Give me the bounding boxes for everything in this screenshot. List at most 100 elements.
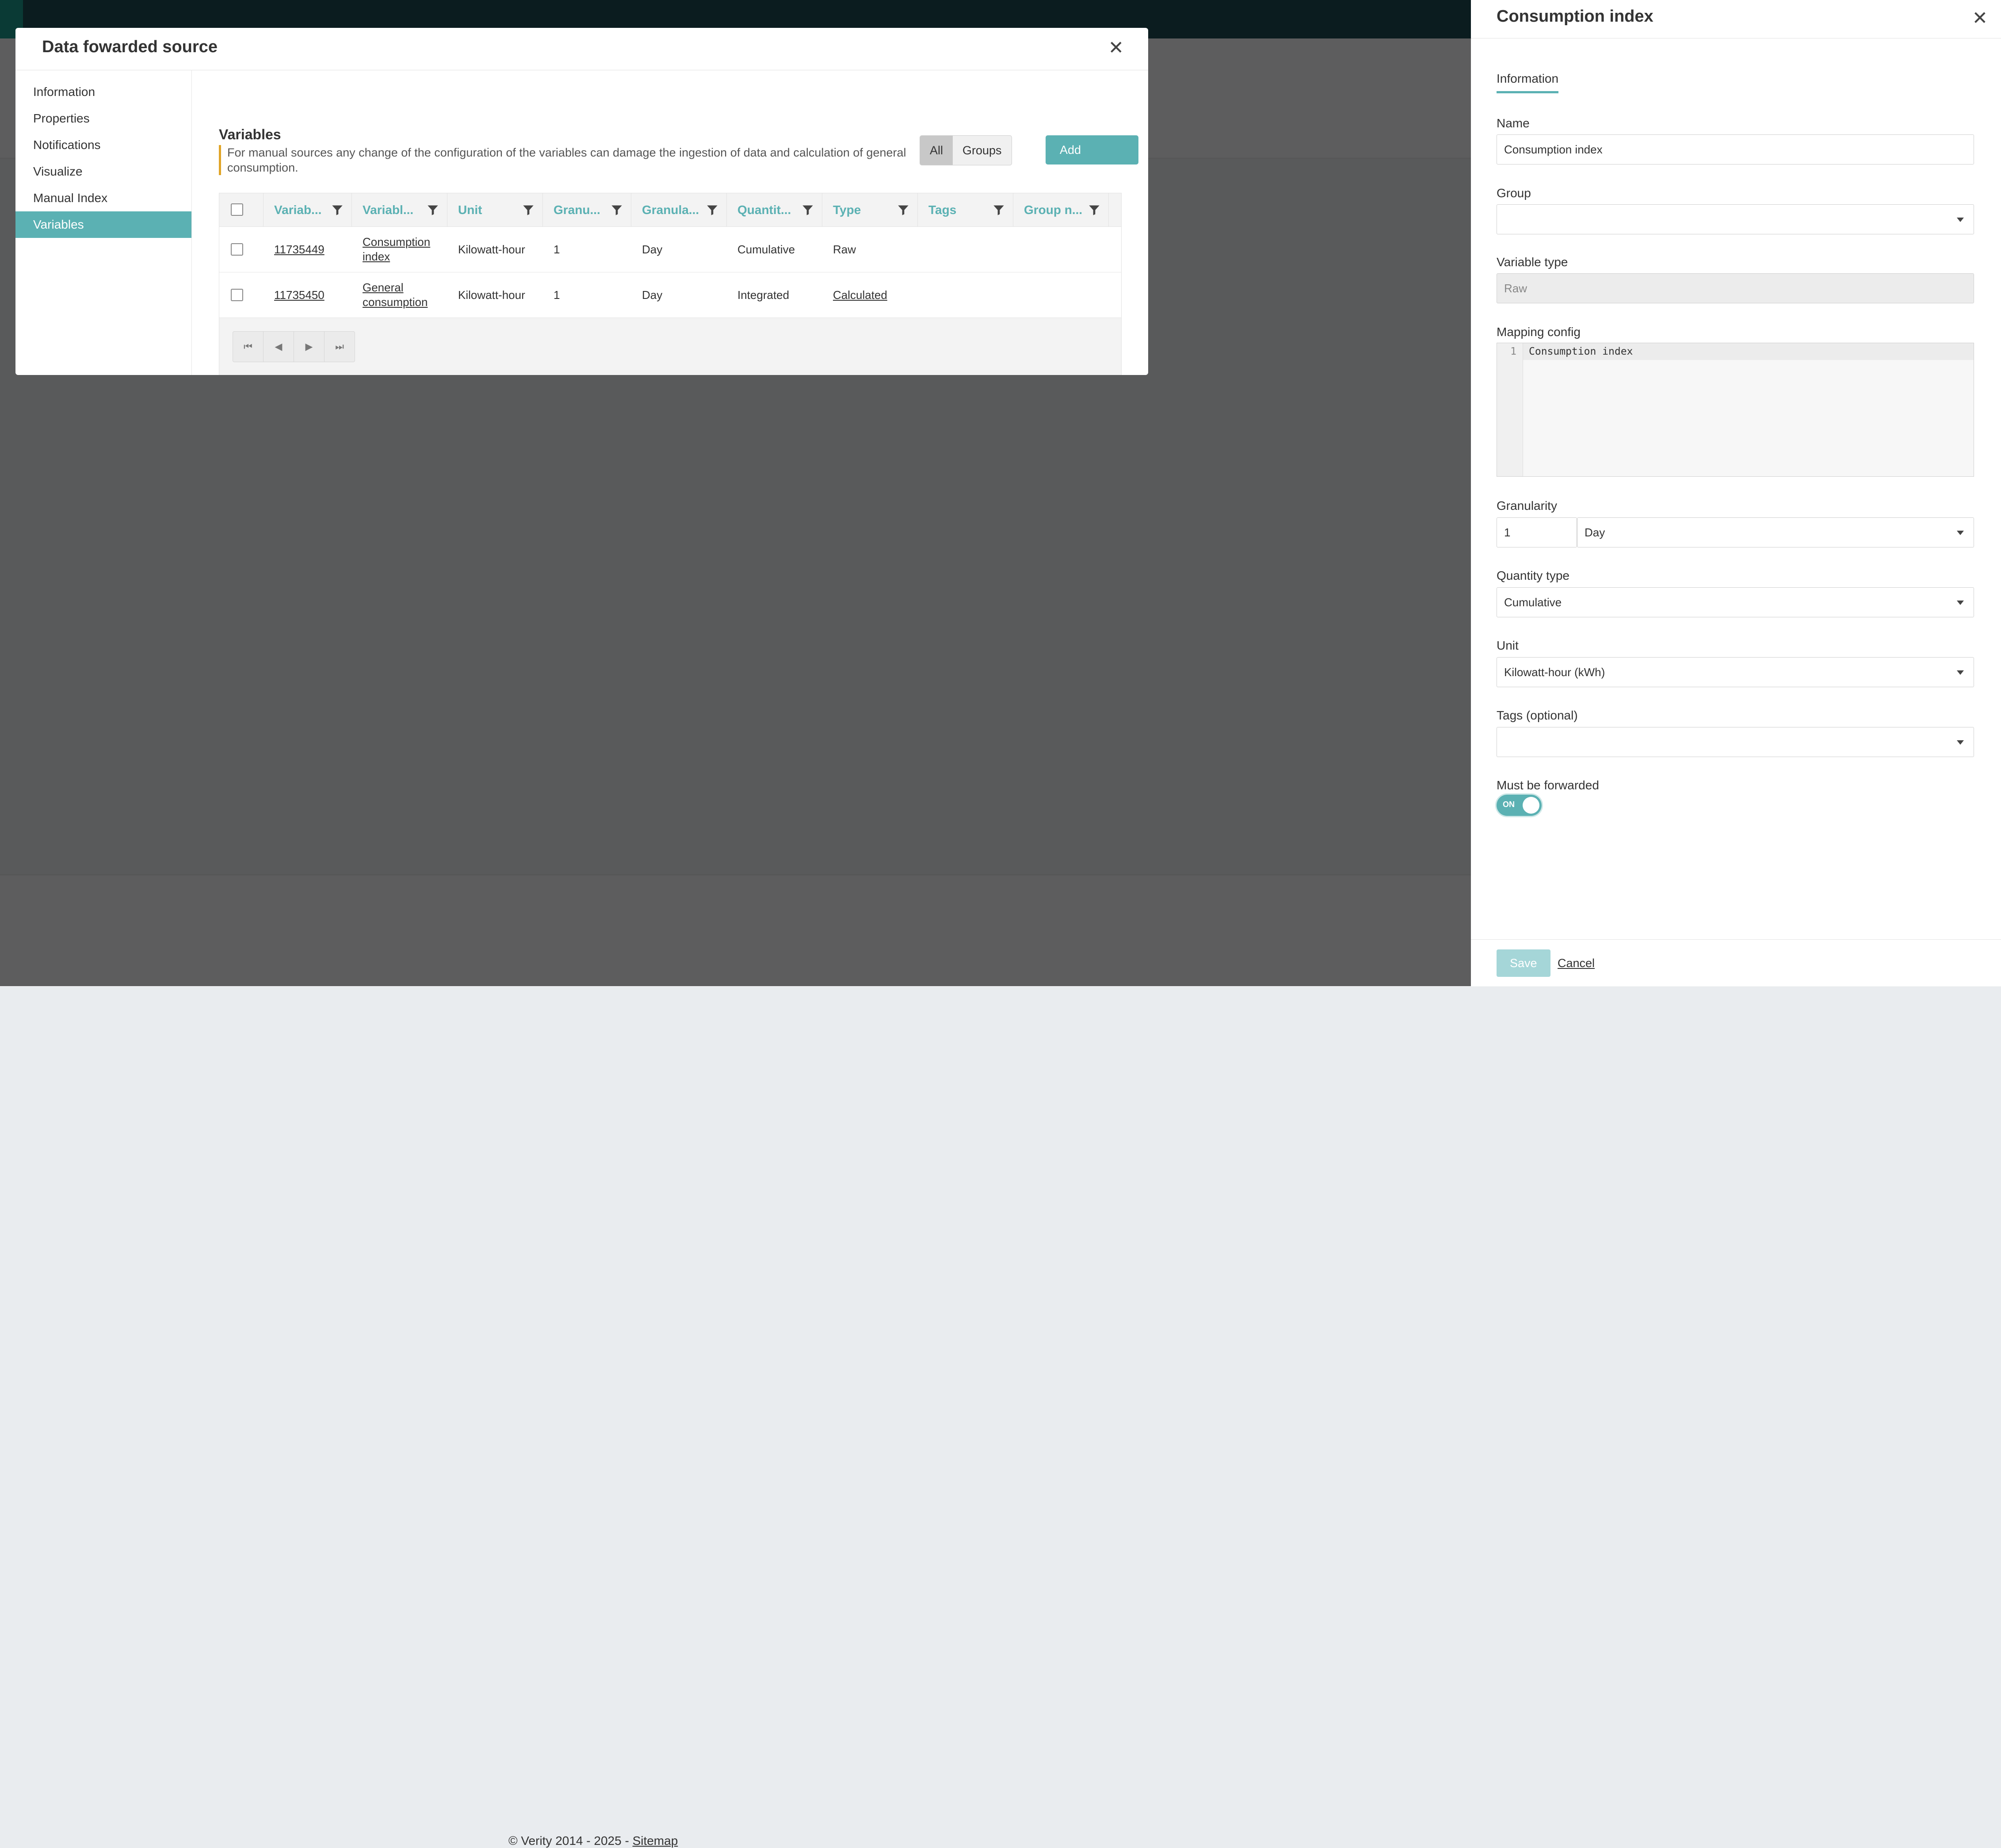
first-page-icon[interactable]: ⏮ bbox=[233, 332, 263, 362]
variable-name-link[interactable]: Consumption index bbox=[363, 235, 447, 264]
filter-icon[interactable] bbox=[802, 204, 814, 216]
granularity-label: Granularity bbox=[1497, 499, 1557, 513]
row-select-cell bbox=[219, 227, 263, 272]
cancel-button[interactable]: Cancel bbox=[1558, 957, 1595, 970]
panel-title: Consumption index bbox=[1497, 7, 1653, 26]
variable-id-link[interactable]: 11735450 bbox=[274, 288, 325, 302]
variable-detail-panel: Consumption index ✕ Information Name Con… bbox=[1471, 0, 2001, 986]
close-icon[interactable]: ✕ bbox=[1108, 38, 1124, 57]
quantity-cell: Integrated bbox=[737, 288, 790, 302]
group-label: Group bbox=[1497, 186, 1531, 200]
variable-id-link[interactable]: 11735449 bbox=[274, 242, 325, 257]
table-header: Variab... Variabl... Unit Granu... Granu… bbox=[219, 193, 1121, 227]
variable-name-cell: General consumption bbox=[352, 272, 447, 318]
code-gutter bbox=[1497, 343, 1523, 476]
chevron-down-icon bbox=[1957, 531, 1964, 535]
modal-sidebar: Information Properties Notifications Vis… bbox=[15, 70, 192, 375]
column-header[interactable]: Quantit... bbox=[727, 193, 822, 226]
variable-id-cell: 11735450 bbox=[263, 272, 352, 318]
granularity-unit-cell: Day bbox=[642, 242, 663, 256]
type-cell: Calculated bbox=[822, 272, 918, 318]
tags-select[interactable] bbox=[1497, 727, 1974, 757]
sidebar-item-properties[interactable]: Properties bbox=[15, 105, 191, 132]
column-header[interactable]: Granu... bbox=[543, 193, 631, 226]
unit-cell: Kilowatt-hour bbox=[458, 288, 525, 302]
column-header[interactable]: Granula... bbox=[631, 193, 727, 226]
must-be-forwarded-toggle[interactable]: ON bbox=[1497, 795, 1542, 816]
name-input[interactable]: Consumption index bbox=[1497, 134, 1974, 165]
mapping-config-label: Mapping config bbox=[1497, 325, 1581, 339]
group-select[interactable] bbox=[1497, 204, 1974, 234]
type-cell: Raw bbox=[833, 242, 856, 256]
column-header[interactable]: Variabl... bbox=[352, 193, 447, 226]
variable-name-cell: Consumption index bbox=[352, 227, 447, 272]
type-link[interactable]: Calculated bbox=[833, 288, 887, 302]
line-number: 1 bbox=[1510, 346, 1516, 357]
sidebar-item-visualize[interactable]: Visualize bbox=[15, 158, 191, 185]
filter-icon[interactable] bbox=[331, 204, 344, 216]
variable-type-field: Raw bbox=[1497, 273, 1974, 303]
variable-name-link[interactable]: General consumption bbox=[363, 280, 447, 310]
next-page-icon[interactable]: ▶ bbox=[294, 332, 325, 362]
last-page-icon[interactable]: ⏭ bbox=[325, 332, 355, 362]
filter-icon[interactable] bbox=[993, 204, 1005, 216]
quantity-type-label: Quantity type bbox=[1497, 569, 1569, 582]
add-variable-button[interactable]: Add variable bbox=[1046, 135, 1138, 186]
unit-label: Unit bbox=[1497, 639, 1519, 652]
sidebar-item-variables[interactable]: Variables bbox=[15, 211, 191, 238]
data-source-modal: Data fowarded source ✕ Information Prope… bbox=[15, 28, 1148, 375]
row-select-cell bbox=[219, 272, 263, 318]
column-header[interactable]: Group n... bbox=[1013, 193, 1109, 226]
tab-information[interactable]: Information bbox=[1497, 72, 1559, 93]
variable-id-cell: 11735449 bbox=[263, 227, 352, 272]
row-checkbox[interactable] bbox=[231, 289, 243, 301]
section-title: Variables bbox=[219, 126, 281, 142]
table-row[interactable]: 11735450 General consumption Kilowatt-ho… bbox=[219, 272, 1121, 318]
save-button[interactable]: Save bbox=[1497, 949, 1550, 977]
unit-select[interactable]: Kilowatt-hour (kWh) bbox=[1497, 657, 1974, 687]
tags-cell bbox=[918, 227, 1013, 272]
quantity-cell: Cumulative bbox=[737, 242, 795, 256]
chevron-down-icon bbox=[1957, 670, 1964, 675]
must-be-forwarded-label: Must be forwarded bbox=[1497, 778, 1599, 792]
pager-controls: ⏮ ◀ ▶ ⏭ bbox=[233, 331, 355, 362]
select-all-cell bbox=[219, 193, 263, 226]
granularity-cell: 1 bbox=[554, 242, 560, 256]
panel-header: Consumption index ✕ bbox=[1471, 0, 2001, 38]
filter-icon[interactable] bbox=[1088, 204, 1100, 216]
column-header[interactable]: Unit bbox=[447, 193, 543, 226]
filter-icon[interactable] bbox=[611, 204, 623, 216]
segment-groups[interactable]: Groups bbox=[953, 136, 1012, 165]
filter-icon[interactable] bbox=[706, 204, 718, 216]
granularity-number-input[interactable]: 1 bbox=[1497, 517, 1577, 547]
row-checkbox[interactable] bbox=[231, 243, 243, 256]
table-row[interactable]: 11735449 Consumption index Kilowatt-hour… bbox=[219, 227, 1121, 272]
modal-header: Data fowarded source ✕ bbox=[15, 28, 1148, 70]
table-pager: ⏮ ◀ ▶ ⏭ bbox=[219, 318, 1121, 375]
filter-icon[interactable] bbox=[427, 204, 439, 216]
select-all-checkbox[interactable] bbox=[231, 203, 243, 216]
previous-page-icon[interactable]: ◀ bbox=[263, 332, 294, 362]
filter-icon[interactable] bbox=[522, 204, 535, 216]
sidebar-item-notifications[interactable]: Notifications bbox=[15, 132, 191, 158]
sidebar-item-information[interactable]: Information bbox=[15, 79, 191, 105]
code-text[interactable]: Consumption index bbox=[1529, 343, 1633, 360]
column-header[interactable]: Type bbox=[822, 193, 918, 226]
segment-all[interactable]: All bbox=[920, 136, 953, 165]
granularity-unit-cell: Day bbox=[642, 288, 663, 302]
column-header[interactable]: Tags bbox=[918, 193, 1013, 226]
chevron-down-icon bbox=[1957, 740, 1964, 745]
mapping-config-editor[interactable]: 1 Consumption index bbox=[1497, 343, 1974, 477]
tags-label: Tags (optional) bbox=[1497, 708, 1578, 722]
toggle-knob bbox=[1523, 797, 1539, 814]
quantity-type-select[interactable]: Cumulative bbox=[1497, 587, 1974, 617]
sitemap-link[interactable]: Sitemap bbox=[633, 1834, 678, 1848]
sidebar-item-manual-index[interactable]: Manual Index bbox=[15, 185, 191, 211]
close-icon[interactable]: ✕ bbox=[1972, 9, 1988, 27]
chevron-down-icon bbox=[1957, 601, 1964, 605]
modal-title: Data fowarded source bbox=[42, 38, 218, 56]
view-segmented-control: All Groups bbox=[920, 135, 1012, 165]
granularity-unit-select[interactable]: Day bbox=[1577, 517, 1974, 547]
column-header[interactable]: Variab... bbox=[263, 193, 352, 226]
filter-icon[interactable] bbox=[897, 204, 909, 216]
